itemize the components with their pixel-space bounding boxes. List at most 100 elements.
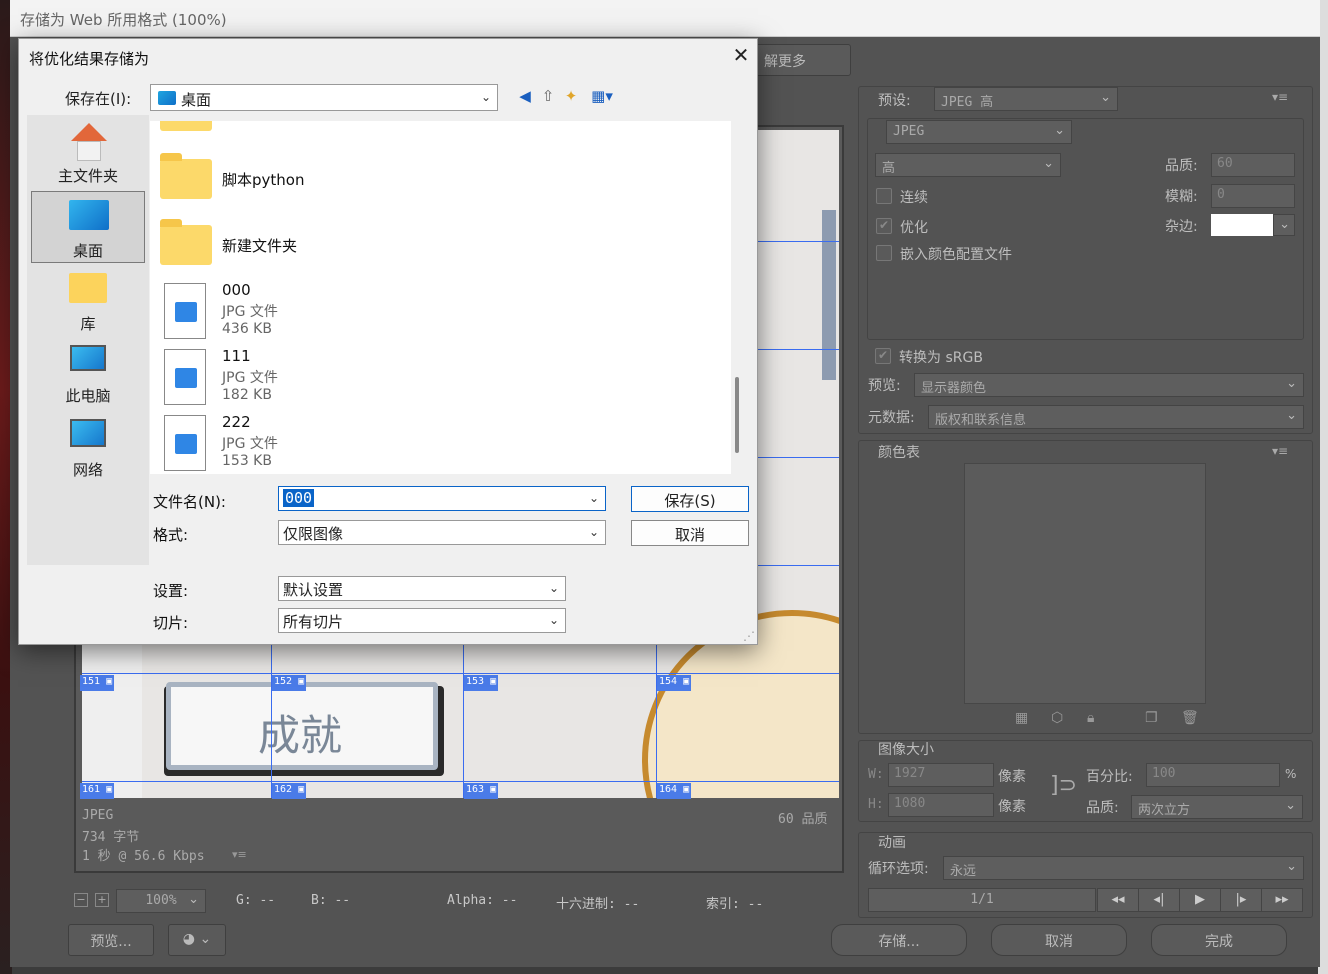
zoom-select[interactable]: 100% ⌄	[116, 889, 206, 913]
file-list[interactable]: 脚本python 新建文件夹 000 JPG 文件 436 KB 111 JPG…	[150, 121, 731, 474]
image-file-icon	[164, 349, 206, 405]
blur-input[interactable]: 0	[1211, 184, 1295, 208]
filename-input[interactable]: 000 ⌄	[278, 486, 606, 511]
new-folder-icon[interactable]: ✦	[562, 87, 580, 105]
convert-srgb-checkbox[interactable]	[875, 348, 891, 364]
settings-select[interactable]: 默认设置 ⌄	[278, 576, 566, 601]
slice-tag[interactable]: 151 ▣	[80, 675, 115, 691]
place-computer[interactable]: 此电脑	[31, 337, 145, 409]
list-item[interactable]: 222 JPG 文件 153 KB	[150, 413, 710, 474]
slice-tag[interactable]: 152 ▣	[272, 675, 307, 691]
width-input[interactable]: 1927	[888, 763, 994, 787]
cancel-button[interactable]: 取消	[631, 520, 749, 546]
link-constrain-icon[interactable]: ]⊃	[1050, 773, 1077, 798]
zoom-out-button[interactable]: −	[74, 893, 88, 907]
slices-select[interactable]: 所有切片 ⌄	[278, 608, 566, 633]
preset-select[interactable]: JPEG 高 ⌄	[934, 87, 1118, 111]
resample-select[interactable]: 两次立方 ⌄	[1131, 795, 1303, 819]
zoom-in-button[interactable]: +	[95, 893, 109, 907]
info-quality: 60 品质	[778, 812, 828, 827]
file-name: 111	[222, 347, 251, 365]
slice-number: 153	[466, 676, 485, 687]
prev-frame-button[interactable]: ◂|	[1138, 888, 1180, 912]
slice-number: 163	[466, 784, 485, 795]
embed-profile-checkbox[interactable]	[876, 245, 892, 261]
lock-icon[interactable]: 🔒︎	[1087, 710, 1094, 726]
preview-select[interactable]: 显示器颜色 ⌄	[914, 373, 1304, 397]
progressive-checkbox[interactable]	[876, 188, 892, 204]
ps-cancel-button[interactable]: 取消	[991, 924, 1127, 956]
place-library[interactable]: 库	[31, 265, 145, 337]
folder-icon	[160, 219, 212, 265]
format-select[interactable]: JPEG ⌄	[886, 120, 1072, 144]
file-name: 脚本python	[222, 171, 305, 189]
percent-label: 百分比:	[1086, 769, 1133, 785]
place-label: 主文件夹	[57, 167, 118, 185]
list-item[interactable]: 000 JPG 文件 436 KB	[150, 281, 710, 345]
back-icon[interactable]: ◀	[516, 87, 534, 105]
color-table-area	[964, 463, 1206, 704]
slice-tag[interactable]: 154 ▣	[657, 675, 692, 691]
list-item[interactable]: 111 JPG 文件 182 KB	[150, 347, 710, 411]
cube-icon[interactable]: ⬡	[1051, 710, 1063, 726]
learn-more-button[interactable]: 解更多	[755, 44, 851, 76]
metadata-value: 版权和联系信息	[935, 413, 1027, 428]
view-menu-icon[interactable]: ▦▾	[587, 87, 617, 105]
save-button[interactable]: 保存(S)	[631, 486, 749, 512]
trash-icon[interactable]: 🗑︎	[1181, 710, 1199, 726]
panel-menu-icon[interactable]: ▾≡	[1272, 444, 1288, 458]
slice-tag[interactable]: 153 ▣	[464, 675, 499, 691]
slice-tag[interactable]: 161 ▣	[80, 783, 115, 799]
next-frame-button[interactable]: |▸	[1220, 888, 1262, 912]
metadata-select[interactable]: 版权和联系信息 ⌄	[928, 405, 1304, 429]
slice-tag[interactable]: 163 ▣	[464, 783, 499, 799]
slice-number: 164	[659, 784, 678, 795]
panel-menu-icon[interactable]: ▾≡	[1272, 90, 1288, 104]
loop-select[interactable]: 永远 ⌄	[943, 856, 1304, 880]
percent-input[interactable]: 100	[1146, 763, 1280, 787]
browser-select-button[interactable]: ◕ ⌄	[168, 924, 226, 956]
format-value: 仅限图像	[283, 525, 344, 543]
place-home[interactable]: 主文件夹	[31, 117, 145, 189]
format-select[interactable]: 仅限图像 ⌄	[278, 520, 606, 545]
chevron-down-icon: ⌄	[480, 90, 491, 104]
file-type: JPG 文件	[222, 370, 278, 386]
save-in-select[interactable]: 桌面 ⌄	[150, 84, 498, 111]
list-item[interactable]: 新建文件夹	[150, 217, 710, 281]
place-network[interactable]: 网络	[31, 411, 145, 483]
slice-tag[interactable]: 162 ▣	[272, 783, 307, 799]
g-readout: G: --	[236, 893, 276, 908]
speed-menu-icon[interactable]: ▾≡	[232, 848, 247, 861]
slice-number: 152	[274, 676, 293, 687]
optimized-checkbox[interactable]	[876, 218, 892, 234]
color-table-title: 颜色表	[878, 445, 920, 461]
web-snap-icon[interactable]: ▦	[1015, 710, 1028, 726]
resize-grip-icon[interactable]: ⋰	[743, 629, 755, 643]
place-desktop[interactable]: 桌面	[31, 191, 145, 263]
close-icon[interactable]: ✕	[727, 43, 755, 71]
last-frame-button[interactable]: ▸▸	[1261, 888, 1303, 912]
chevron-down-icon: ⌄	[1043, 156, 1054, 171]
resample-value: 两次立方	[1138, 803, 1191, 818]
ps-done-button[interactable]: 完成	[1151, 924, 1287, 956]
up-folder-icon[interactable]: ⇧	[539, 87, 557, 105]
image-file-icon	[164, 283, 206, 339]
height-input[interactable]: 1080	[888, 793, 994, 817]
slice-tag[interactable]: 164 ▣	[657, 783, 692, 799]
chevron-down-icon: ⌄	[188, 892, 199, 907]
quality-input[interactable]: 60	[1211, 153, 1295, 177]
first-frame-button[interactable]: ◂◂	[1097, 888, 1139, 912]
play-button[interactable]: ▶	[1179, 888, 1221, 912]
ps-save-button[interactable]: 存储...	[831, 924, 967, 956]
matte-dropdown[interactable]: ⌄	[1273, 214, 1295, 236]
chevron-down-icon: ⌄	[548, 581, 559, 595]
file-list-scrollbar[interactable]	[735, 377, 739, 453]
preview-browser-button[interactable]: 预览...	[68, 924, 154, 956]
quality-level-select[interactable]: 高 ⌄	[875, 153, 1061, 177]
percent-sign: %	[1285, 767, 1297, 781]
settings-value: 默认设置	[283, 581, 344, 599]
list-item[interactable]: 脚本python	[150, 151, 710, 215]
b-readout: B: --	[311, 893, 351, 908]
matte-swatch[interactable]	[1211, 214, 1273, 236]
new-color-icon[interactable]: ❐	[1145, 710, 1158, 726]
